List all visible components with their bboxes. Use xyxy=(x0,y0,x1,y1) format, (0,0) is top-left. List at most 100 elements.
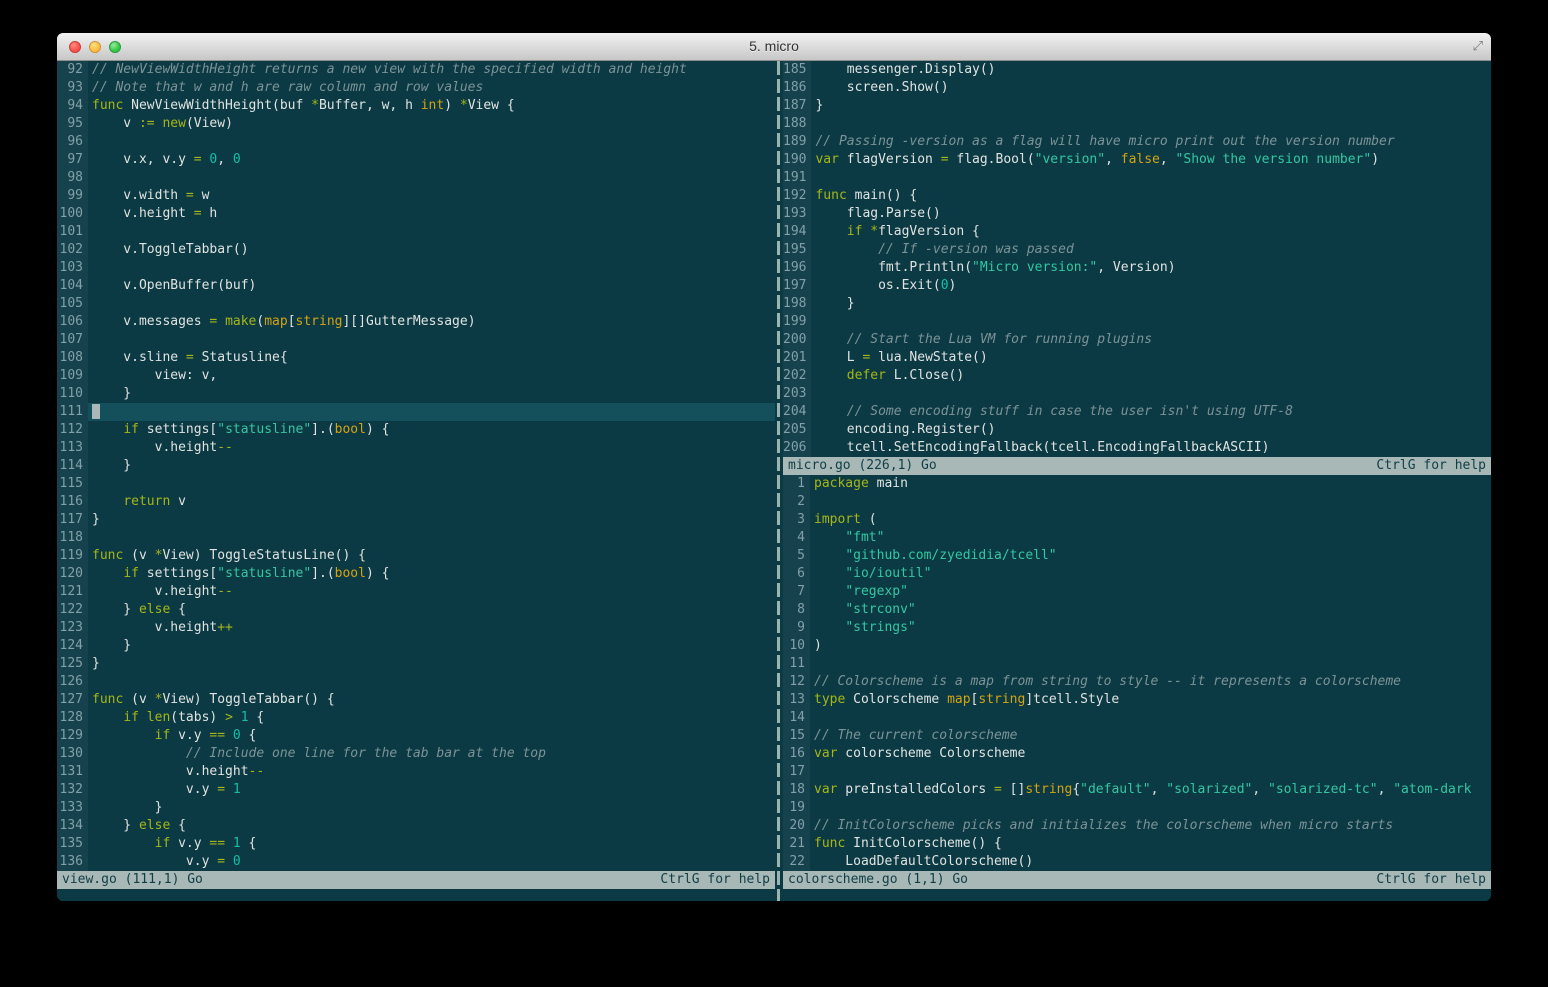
line-number: 3 xyxy=(783,511,810,529)
line-number: 114 xyxy=(57,457,88,475)
code-text: // Start the Lua VM for running plugins xyxy=(815,332,1153,347)
line-number: 100 xyxy=(57,205,88,223)
code-line: 133 } xyxy=(57,799,775,817)
line-number: 12 xyxy=(783,673,810,691)
line-number: 201 xyxy=(783,349,812,367)
code-line: 201 L = lua.NewState() xyxy=(783,349,1491,367)
line-number: 11 xyxy=(783,655,810,673)
code-text: screen.Show() xyxy=(815,80,949,95)
code-text: v.ToggleTabbar() xyxy=(92,242,249,257)
line-number: 98 xyxy=(57,169,88,187)
code-text: // Colorscheme is a map from string to s… xyxy=(814,674,1401,689)
code-line: 6 "io/ioutil" xyxy=(783,565,1491,583)
line-number: 199 xyxy=(783,313,812,331)
line-number: 112 xyxy=(57,421,88,439)
line-number: 136 xyxy=(57,853,88,871)
code-line: 21 func InitColorscheme() { xyxy=(783,835,1491,853)
line-number: 194 xyxy=(783,223,812,241)
code-area-colorscheme-go[interactable]: 1 package main 2 3 import (4 "fmt" 5 "github.… xyxy=(783,475,1491,871)
line-number: 13 xyxy=(783,691,810,709)
pane-micro-go: 185 messenger.Display() 186 screen.Show()… xyxy=(783,61,1491,475)
code-text: // Note that w and h are raw column and … xyxy=(92,80,484,95)
code-line: 1 package main xyxy=(783,475,1491,493)
code-line: 10) xyxy=(783,637,1491,655)
code-text: os.Exit(0) xyxy=(815,278,957,293)
code-text: v.height-- xyxy=(92,440,233,455)
line-number: 95 xyxy=(57,115,88,133)
line-number: 97 xyxy=(57,151,88,169)
code-line: 205 encoding.Register() xyxy=(783,421,1491,439)
code-line: 117} xyxy=(57,511,775,529)
code-text: v.y = 1 xyxy=(92,782,241,797)
code-line: 9 "strings" xyxy=(783,619,1491,637)
code-line: 18 var preInstalledColors = []string{"def… xyxy=(783,781,1491,799)
code-text: if settings["statusline"].(bool) { xyxy=(123,566,390,581)
code-line: 118 xyxy=(57,529,775,547)
code-text: v.sline = Statusline{ xyxy=(92,350,288,365)
code-line: 104 v.OpenBuffer(buf) xyxy=(57,277,775,295)
code-line: 122 } else { xyxy=(57,601,775,619)
code-line: 4 "fmt" xyxy=(783,529,1491,547)
line-number: 6 xyxy=(783,565,810,583)
code-line: 194 if *flagVersion { xyxy=(783,223,1491,241)
resize-icon[interactable]: ⤢ xyxy=(1473,39,1483,54)
code-text: } else { xyxy=(92,602,186,617)
line-number: 124 xyxy=(57,637,88,655)
line-number: 132 xyxy=(57,781,88,799)
line-number: 109 xyxy=(57,367,88,385)
line-number: 125 xyxy=(57,655,88,673)
code-text: "fmt" xyxy=(845,530,885,545)
code-text: if v.y == 0 { xyxy=(154,728,257,743)
code-line: 16 var colorscheme Colorscheme xyxy=(783,745,1491,763)
code-line: 197 os.Exit(0) xyxy=(783,277,1491,295)
right-column: 185 messenger.Display() 186 screen.Show()… xyxy=(775,61,1491,901)
code-line: 113 v.height-- xyxy=(57,439,775,457)
code-line: 3 import ( xyxy=(783,511,1491,529)
code-text: if len(tabs) > 1 { xyxy=(123,710,265,725)
code-line: 11 xyxy=(783,655,1491,673)
code-line: 130 // Include one line for the tab bar … xyxy=(57,745,775,763)
terminal-content: 92// NewViewWidthHeight returns a new vi… xyxy=(57,61,1491,901)
line-number: 103 xyxy=(57,259,88,277)
line-number: 16 xyxy=(783,745,810,763)
line-number: 5 xyxy=(783,547,810,565)
code-area-view-go[interactable]: 92 // NewViewWidthHeight returns a new vi… xyxy=(57,61,775,871)
line-number: 193 xyxy=(783,205,812,223)
line-number: 185 xyxy=(783,61,812,79)
line-number: 8 xyxy=(783,601,810,619)
code-line: 13 type Colorscheme map[string]tcell.Styl… xyxy=(783,691,1491,709)
code-text: L = lua.NewState() xyxy=(815,350,988,365)
code-line: 121 v.height-- xyxy=(57,583,775,601)
code-line: 185 messenger.Display() xyxy=(783,61,1491,79)
code-line: 2 xyxy=(783,493,1491,511)
code-text: "regexp" xyxy=(845,584,908,599)
code-text: v.height-- xyxy=(92,764,265,779)
code-text xyxy=(88,403,775,421)
code-text: } xyxy=(92,656,100,671)
pane-colorscheme-go: 1 package main 2 3 import (4 "fmt" 5 "github.… xyxy=(783,475,1491,889)
code-line: 187} xyxy=(783,97,1491,115)
statusbar-colorscheme-go: colorscheme.go (1,1) Go CtrlG for help xyxy=(783,871,1491,889)
code-line: 125} xyxy=(57,655,775,673)
code-line: 107 xyxy=(57,331,775,349)
code-area-micro-go[interactable]: 185 messenger.Display() 186 screen.Show()… xyxy=(783,61,1491,457)
code-line: 200 // Start the Lua VM for running plug… xyxy=(783,331,1491,349)
code-text: } xyxy=(815,296,855,311)
line-number: 111 xyxy=(57,403,88,421)
code-text: var preInstalledColors = []string{"defau… xyxy=(814,782,1472,797)
line-number: 117 xyxy=(57,511,88,529)
code-text: defer L.Close() xyxy=(846,368,965,383)
line-number: 104 xyxy=(57,277,88,295)
code-line: 97 v.x, v.y = 0, 0 xyxy=(57,151,775,169)
line-number: 108 xyxy=(57,349,88,367)
line-number: 204 xyxy=(783,403,812,421)
window-titlebar[interactable]: 5. micro ⤢ xyxy=(57,33,1491,61)
code-text: type Colorscheme map[string]tcell.Style xyxy=(814,692,1120,707)
